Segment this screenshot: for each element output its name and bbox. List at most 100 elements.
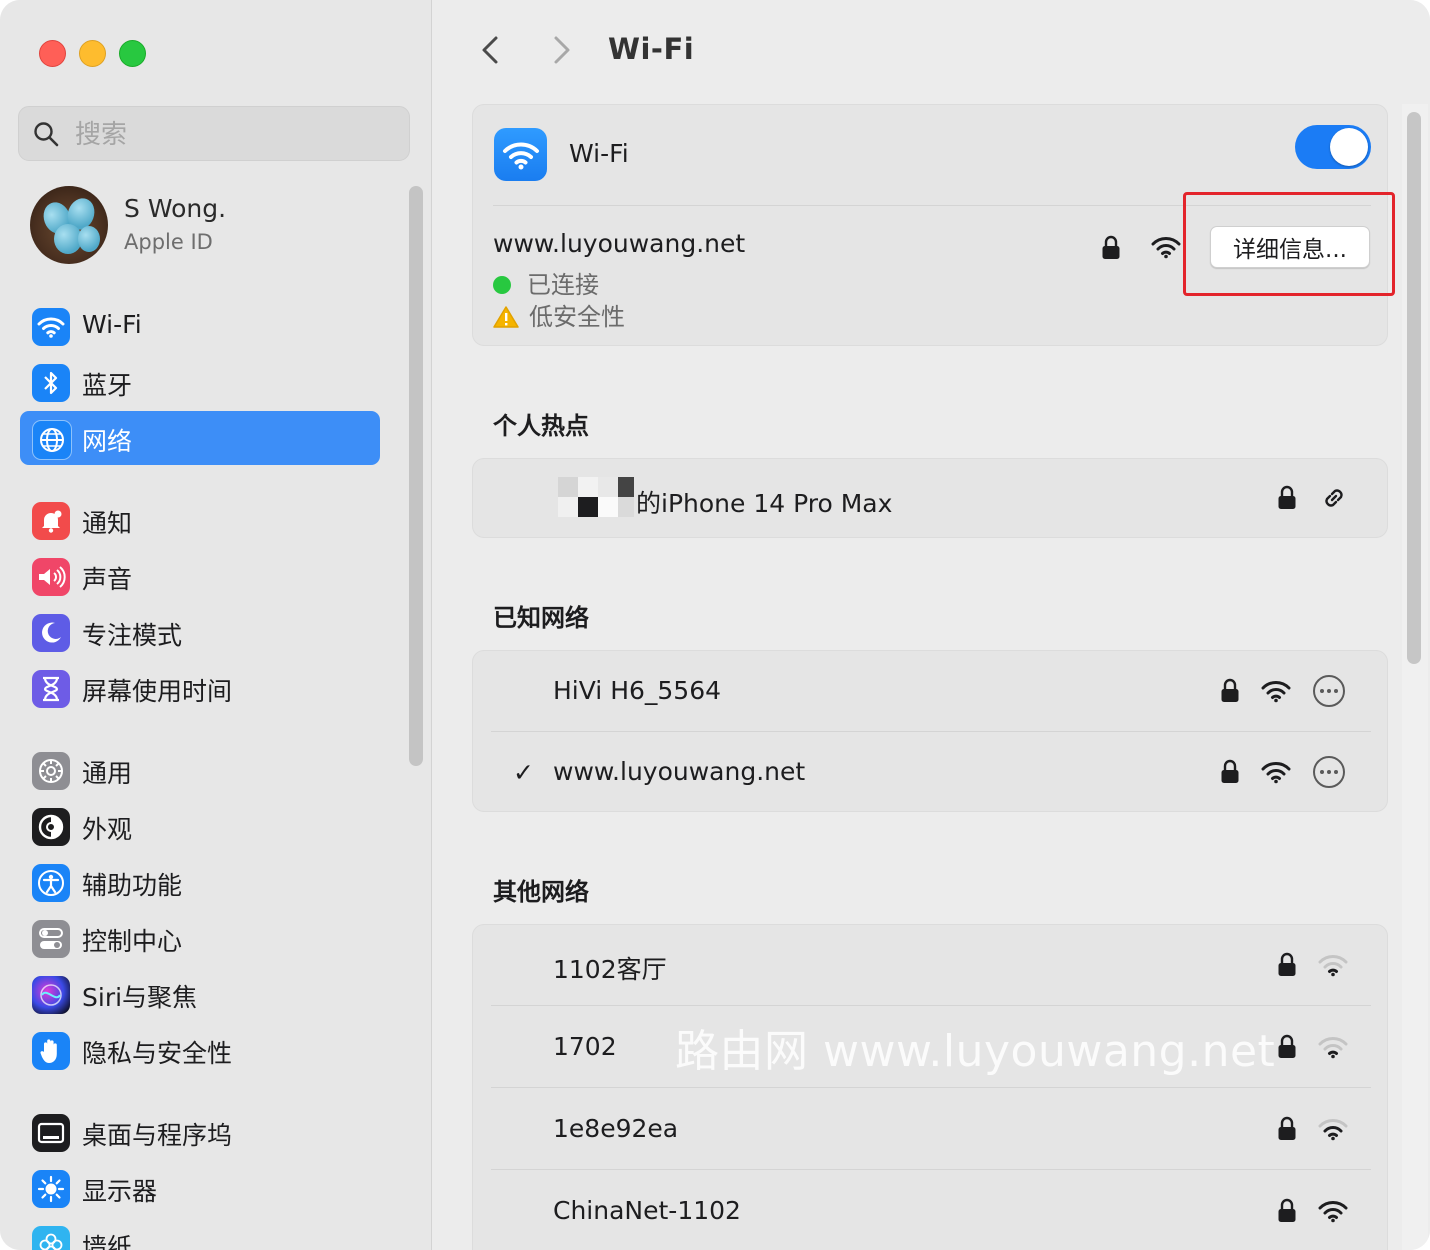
known-networks-title: 已知网络 — [493, 604, 589, 632]
sidebar-item-label: 显示器 — [82, 1177, 158, 1206]
sidebar-item-appearance[interactable]: 外观 — [20, 799, 380, 853]
sidebar-item-notifications[interactable]: 通知 — [20, 493, 380, 547]
sidebar-item-wifi[interactable]: Wi-Fi — [20, 299, 380, 353]
main-pane: Wi-Fi Wi-Fi www.luyouwang.net 已连接 低安全性 详… — [432, 0, 1430, 1250]
search-field[interactable] — [18, 106, 410, 161]
security-status: 低安全性 — [493, 297, 625, 332]
flower-icon — [32, 1226, 70, 1250]
zoom-window-button[interactable] — [119, 40, 146, 67]
more-options-button[interactable] — [1313, 756, 1345, 788]
apple-id-account[interactable]: S Wong. Apple ID — [30, 186, 410, 268]
hand-icon — [32, 1032, 70, 1070]
warning-icon — [493, 306, 519, 328]
wifi-icon — [494, 128, 547, 181]
accessibility-icon — [32, 864, 70, 902]
chevron-left-icon — [482, 36, 498, 64]
chevron-right-icon — [554, 36, 570, 64]
sidebar-item-label: 屏幕使用时间 — [82, 677, 233, 706]
dock-icon — [32, 1114, 70, 1152]
lock-icon — [1102, 235, 1120, 259]
lock-icon — [1221, 759, 1239, 783]
forward-button[interactable] — [542, 30, 582, 70]
list-item[interactable]: HiVi H6_5564 — [473, 651, 1387, 731]
sidebar-item-label: Wi-Fi — [82, 310, 142, 339]
highlight-annotation — [1183, 192, 1395, 296]
sidebar-item-displays[interactable]: 显示器 — [20, 1161, 380, 1215]
divider — [491, 1169, 1371, 1170]
list-item[interactable]: 1e8e92ea — [473, 1089, 1387, 1169]
search-icon — [34, 122, 59, 147]
sidebar-item-label: 控制中心 — [82, 927, 183, 956]
lock-icon — [1278, 1116, 1296, 1140]
search-input[interactable] — [73, 115, 397, 155]
avatar — [30, 186, 108, 264]
network-name: HiVi H6_5564 — [553, 676, 722, 705]
siri-icon — [32, 976, 70, 1014]
moon-icon — [32, 614, 70, 652]
close-window-button[interactable] — [39, 40, 66, 67]
sidebar-item-privacy[interactable]: 隐私与安全性 — [20, 1023, 380, 1077]
wifi-toggle[interactable] — [1295, 125, 1371, 169]
known-networks-card: HiVi H6_5564 ✓ www.luyouwang.net — [472, 650, 1388, 812]
wifi-icon — [32, 308, 70, 346]
list-item[interactable]: 1102客厅 — [473, 925, 1387, 1005]
lock-icon — [1278, 1034, 1296, 1058]
account-subtitle: Apple ID — [124, 230, 213, 254]
sidebar-item-label: 辅助功能 — [82, 871, 183, 900]
sidebar-item-label: 外观 — [82, 815, 133, 844]
sidebar-item-label: 网络 — [82, 427, 133, 456]
sidebar-item-siri[interactable]: Siri与聚焦 — [20, 967, 380, 1021]
network-name: ChinaNet-1102 — [553, 1196, 741, 1225]
sidebar: S Wong. Apple ID Wi-Fi 蓝牙 网络 通知 — [0, 0, 432, 1250]
sidebar-item-wallpaper[interactable]: 墙纸 — [20, 1217, 380, 1250]
minimize-window-button[interactable] — [79, 40, 106, 67]
divider — [491, 1005, 1371, 1006]
system-settings-window: S Wong. Apple ID Wi-Fi 蓝牙 网络 通知 — [0, 0, 1430, 1250]
sidebar-item-desktop-dock[interactable]: 桌面与程序坞 — [20, 1105, 380, 1159]
toggles-icon — [32, 920, 70, 958]
connected-text: 已连接 — [527, 271, 599, 299]
sidebar-item-label: 桌面与程序坞 — [82, 1121, 233, 1150]
sidebar-scrollbar[interactable] — [409, 186, 423, 766]
list-item[interactable]: ChinaNet-1102 — [473, 1171, 1387, 1250]
sidebar-item-bluetooth[interactable]: 蓝牙 — [20, 355, 380, 409]
sidebar-item-label: 隐私与安全性 — [82, 1039, 233, 1068]
hourglass-icon — [32, 670, 70, 708]
sidebar-item-screen-time[interactable]: 屏幕使用时间 — [20, 661, 380, 715]
back-button[interactable] — [472, 30, 512, 70]
main-scrollbar[interactable] — [1407, 112, 1421, 664]
sidebar-item-focus[interactable]: 专注模式 — [20, 605, 380, 659]
lock-icon — [1278, 485, 1296, 509]
wifi-signal-icon — [1261, 762, 1291, 784]
checkmark-icon: ✓ — [513, 758, 534, 787]
sidebar-item-accessibility[interactable]: 辅助功能 — [20, 855, 380, 909]
globe-icon — [32, 420, 72, 460]
sidebar-item-label: 专注模式 — [82, 621, 183, 650]
hotspot-section-title: 个人热点 — [493, 412, 589, 440]
sidebar-item-label: 墙纸 — [82, 1233, 133, 1250]
list-item[interactable]: ✓ www.luyouwang.net — [473, 732, 1387, 812]
current-network-name: www.luyouwang.net — [493, 229, 746, 258]
page-title: Wi-Fi — [608, 32, 695, 66]
gear-icon — [32, 752, 70, 790]
wifi-signal-icon — [1151, 237, 1181, 259]
sidebar-item-label: 声音 — [82, 565, 133, 594]
more-options-button[interactable] — [1313, 675, 1345, 707]
wifi-signal-icon — [1318, 955, 1348, 977]
wifi-signal-icon — [1318, 1201, 1348, 1223]
sidebar-item-control-center[interactable]: 控制中心 — [20, 911, 380, 965]
sidebar-item-sound[interactable]: 声音 — [20, 549, 380, 603]
toggle-knob — [1330, 128, 1368, 166]
appearance-icon — [32, 808, 70, 846]
blurred-owner-name — [558, 477, 634, 519]
other-networks-title: 其他网络 — [493, 878, 589, 906]
sidebar-item-label: 蓝牙 — [82, 371, 133, 400]
sidebar-item-network[interactable]: 网络 — [20, 411, 380, 465]
network-name: 1102客厅 — [553, 955, 667, 984]
bluetooth-icon — [32, 364, 70, 402]
sidebar-item-general[interactable]: 通用 — [20, 743, 380, 797]
network-name: 1e8e92ea — [553, 1114, 679, 1143]
sun-icon — [32, 1170, 70, 1208]
link-icon — [1325, 489, 1343, 507]
connected-dot-icon — [493, 276, 511, 294]
